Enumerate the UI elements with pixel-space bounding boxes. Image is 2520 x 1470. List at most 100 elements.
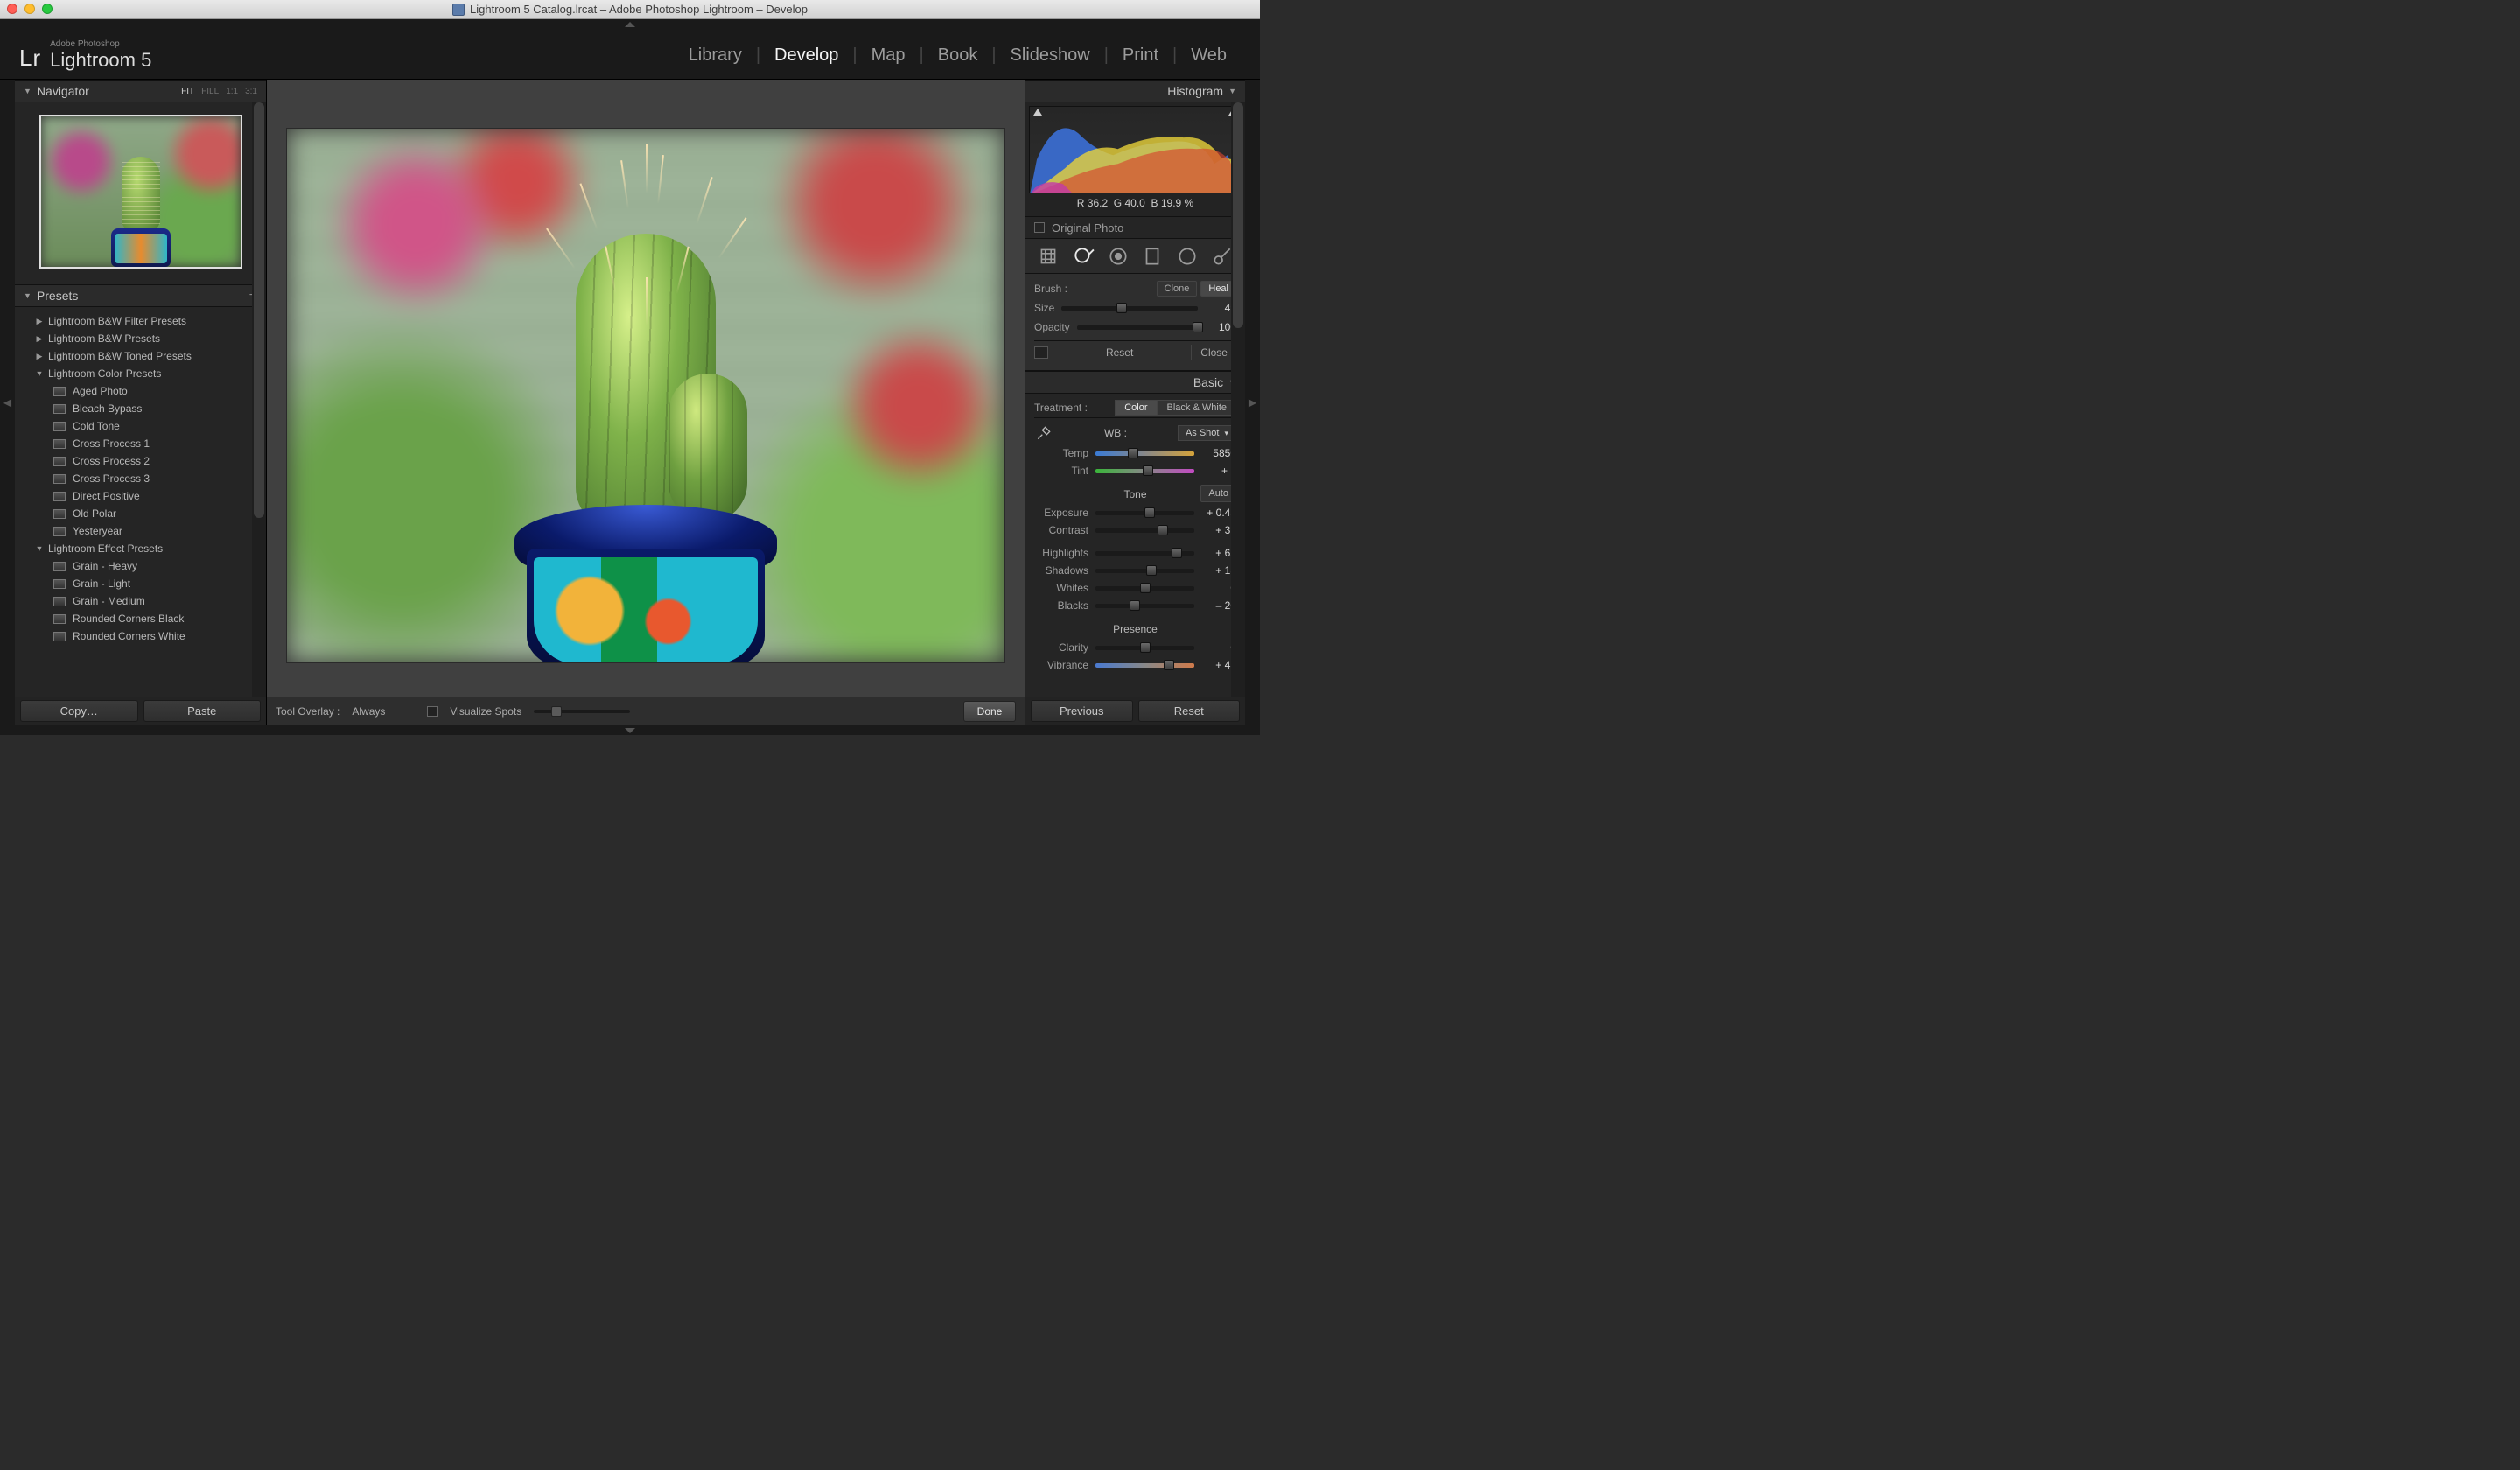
reset-button[interactable]: Reset [1138,700,1241,722]
right-scrollbar[interactable] [1233,102,1243,328]
module-library[interactable]: Library [675,46,756,66]
zoom-1-1[interactable]: 1:1 [226,87,238,96]
preset-item[interactable]: Direct Positive [15,487,266,505]
left-scrollbar[interactable] [254,102,264,518]
contrast-slider[interactable] [1096,528,1194,533]
module-print[interactable]: Print [1109,46,1172,66]
preset-thumb-icon [53,387,66,396]
traffic-close-icon[interactable] [7,4,18,14]
preset-item[interactable]: Cross Process 2 [15,452,266,470]
preset-item[interactable]: Yesteryear [15,522,266,540]
clone-mode[interactable]: Clone [1157,281,1198,297]
whites-slider[interactable] [1096,586,1194,591]
traffic-minimize-icon[interactable] [24,4,35,14]
tool-overlay-value[interactable]: Always [352,705,385,718]
spot-removal-panel: Brush : Clone Heal Size 49 Opacity 100 R… [1026,274,1245,371]
highlights-label: Highlights [1034,547,1088,559]
presets-header[interactable]: ▼ Presets + [15,284,266,307]
preset-item[interactable]: Cross Process 3 [15,470,266,487]
paste-button[interactable]: Paste [144,700,262,722]
preset-thumb-icon [53,579,66,589]
spot-close-button[interactable]: Close [1191,345,1236,360]
spot-removal-tool[interactable] [1070,243,1096,270]
crop-tool[interactable] [1035,243,1061,270]
visualize-spots-label: Visualize Spots [450,705,522,718]
main-canvas[interactable] [287,129,1004,662]
preset-item[interactable]: Bleach Bypass [15,400,266,417]
preset-folder[interactable]: ▶Lightroom B&W Presets [15,330,266,347]
wb-dropdown[interactable]: As Shot▾ [1178,425,1236,441]
blacks-slider[interactable] [1096,604,1194,608]
preset-item[interactable]: Rounded Corners Black [15,610,266,627]
copy-button[interactable]: Copy… [20,700,138,722]
size-slider[interactable] [1061,306,1198,311]
preset-folder[interactable]: ▶Lightroom B&W Toned Presets [15,347,266,365]
histogram-header[interactable]: Histogram ▼ [1026,80,1245,102]
preset-item[interactable]: Old Polar [15,505,266,522]
zoom-fit[interactable]: FIT [181,87,194,96]
preset-item[interactable]: Aged Photo [15,382,266,400]
preset-item[interactable]: Grain - Medium [15,592,266,610]
module-map[interactable]: Map [858,46,920,66]
spot-reset-button[interactable]: Reset [1097,345,1142,360]
temp-slider[interactable] [1096,452,1194,456]
treatment-bw[interactable]: Black & White [1158,400,1236,416]
visualize-spots-slider[interactable] [534,710,630,713]
histogram-canvas[interactable] [1029,106,1242,193]
module-book[interactable]: Book [924,46,992,66]
preset-thumb-icon [53,614,66,624]
preset-item[interactable]: Grain - Heavy [15,557,266,575]
done-button[interactable]: Done [963,701,1016,722]
traffic-zoom-icon[interactable] [42,4,52,14]
preset-item[interactable]: Cold Tone [15,417,266,435]
wb-label: WB : [1104,427,1127,439]
spot-panel-switch[interactable] [1034,346,1048,359]
opacity-slider[interactable] [1077,326,1198,330]
clarity-slider[interactable] [1096,646,1194,650]
module-slideshow[interactable]: Slideshow [997,46,1104,66]
zoom-fill[interactable]: FILL [201,87,219,96]
presets-tree: ▶Lightroom B&W Filter Presets▶Lightroom … [15,307,266,696]
previous-button[interactable]: Previous [1031,700,1133,722]
preset-folder[interactable]: ▶Lightroom B&W Filter Presets [15,312,266,330]
logo-vendor: Adobe Photoshop [50,40,151,49]
center-toolbar: Tool Overlay : Always Visualize Spots Do… [267,696,1025,724]
opacity-label: Opacity [1034,321,1070,333]
treatment-color[interactable]: Color [1115,400,1157,416]
radial-filter-tool[interactable] [1174,243,1200,270]
preset-item[interactable]: Rounded Corners White [15,627,266,645]
preset-item[interactable]: Grain - Light [15,575,266,592]
module-picker: Library|Develop|Map|Book|Slideshow|Print… [675,46,1241,66]
wb-eyedropper-icon[interactable] [1034,424,1054,443]
zoom-3-1[interactable]: 3:1 [245,87,257,96]
navigator-header[interactable]: ▼ Navigator FITFILL1:13:1 [15,80,266,102]
vibrance-slider[interactable] [1096,663,1194,668]
original-photo-checkbox[interactable] [1034,222,1045,233]
shadows-slider[interactable] [1096,569,1194,573]
top-panel-toggle[interactable] [0,19,1260,32]
visualize-spots-checkbox[interactable] [427,706,438,717]
preset-thumb-icon [53,562,66,571]
preset-folder[interactable]: ▼Lightroom Color Presets [15,365,266,382]
exposure-slider[interactable] [1096,511,1194,515]
app-header: Lr Adobe Photoshop Lightroom 5 Library|D… [0,32,1260,80]
treatment-label: Treatment : [1034,402,1088,414]
original-photo-label: Original Photo [1052,221,1124,234]
logo-mark: Lr [19,45,41,72]
module-develop[interactable]: Develop [760,46,852,66]
preset-folder[interactable]: ▼Lightroom Effect Presets [15,540,266,557]
filmstrip-toggle[interactable] [0,724,1260,735]
left-rail-toggle[interactable]: ◀ [0,80,15,724]
navigator-title: Navigator [37,84,181,98]
original-photo-toggle[interactable]: Original Photo [1026,216,1245,239]
preset-item[interactable]: Cross Process 1 [15,435,266,452]
tint-slider[interactable] [1096,469,1194,473]
redeye-tool[interactable] [1105,243,1131,270]
graduated-filter-tool[interactable] [1139,243,1166,270]
module-web[interactable]: Web [1177,46,1241,66]
right-rail-toggle[interactable]: ▶ [1245,80,1260,724]
basic-header[interactable]: Basic ▼ [1026,371,1245,394]
navigator-thumbnail[interactable] [39,115,242,269]
highlights-slider[interactable] [1096,551,1194,556]
logo-product: Lightroom 5 [50,49,151,72]
